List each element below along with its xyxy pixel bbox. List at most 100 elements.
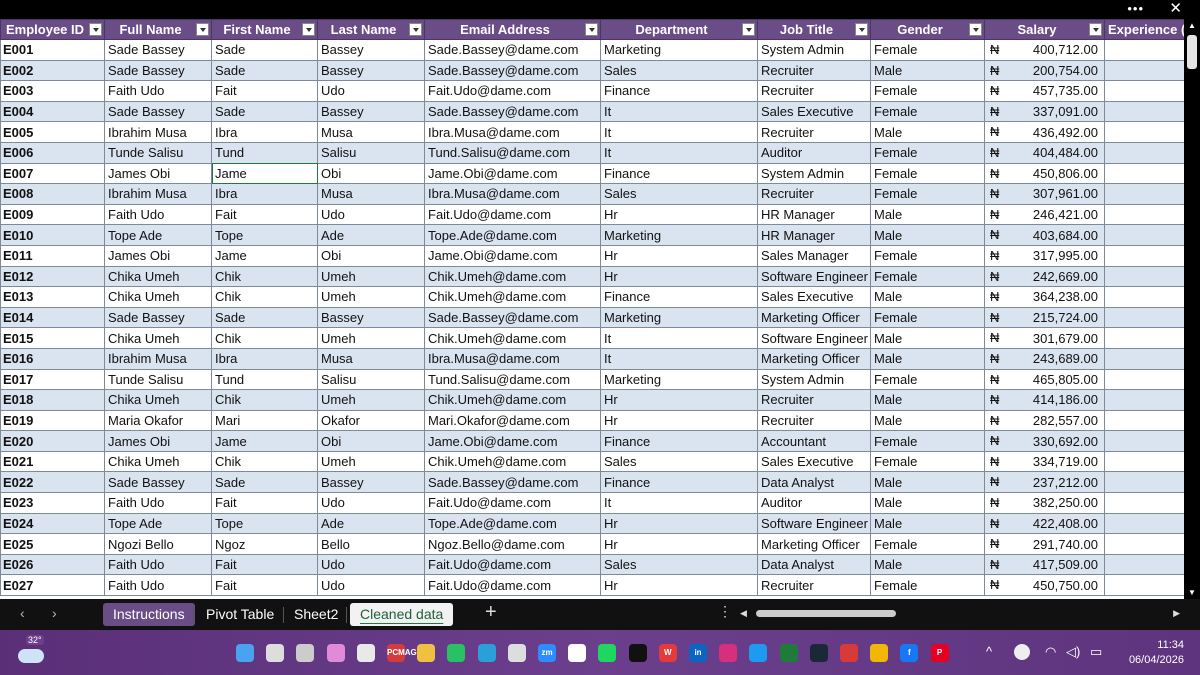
table-cell[interactable]: ₦ 417,509.00 bbox=[984, 553, 1105, 576]
table-cell[interactable]: Bassey bbox=[317, 471, 425, 494]
table-cell[interactable]: Sade bbox=[211, 39, 318, 61]
table-cell[interactable] bbox=[1104, 492, 1184, 514]
table-cell[interactable] bbox=[1104, 39, 1184, 61]
table-cell[interactable]: Male bbox=[870, 471, 985, 494]
table-cell[interactable]: Chika Umeh bbox=[104, 389, 212, 411]
prev-sheet-icon[interactable]: ‹ bbox=[20, 605, 25, 621]
table-cell[interactable]: Male bbox=[870, 121, 985, 143]
table-cell[interactable]: Fait bbox=[211, 553, 318, 576]
table-cell[interactable]: Sade Bassey bbox=[104, 39, 212, 61]
wifi-icon[interactable]: ◠ bbox=[1045, 644, 1056, 660]
horizontal-scrollbar[interactable]: ◀ ▶ bbox=[740, 608, 1180, 620]
table-cell[interactable] bbox=[1104, 327, 1184, 349]
table-cell[interactable]: Hr bbox=[600, 533, 758, 555]
table-cell[interactable]: ₦ 382,250.00 bbox=[984, 492, 1105, 514]
table-cell[interactable]: Sade bbox=[211, 100, 318, 123]
pinterest-icon[interactable]: P bbox=[930, 644, 949, 662]
table-cell[interactable]: E010 bbox=[0, 224, 105, 246]
table-cell[interactable]: Software Engineer bbox=[757, 512, 871, 535]
table-cell[interactable]: Fait bbox=[211, 492, 318, 514]
table-cell[interactable] bbox=[1104, 162, 1184, 185]
pcmag-icon[interactable]: PCMAG bbox=[387, 644, 417, 662]
filter-dropdown-icon[interactable] bbox=[89, 23, 102, 36]
table-cell[interactable]: Female bbox=[870, 183, 985, 205]
table-cell[interactable]: E021 bbox=[0, 450, 105, 473]
table-cell[interactable]: Recruiter bbox=[757, 389, 871, 411]
table-cell[interactable]: E014 bbox=[0, 306, 105, 329]
table-cell[interactable]: Sales Executive bbox=[757, 100, 871, 123]
table-cell[interactable]: Marketing bbox=[600, 368, 758, 391]
table-cell[interactable]: Tund.Salisu@dame.com bbox=[424, 368, 601, 391]
table-cell[interactable]: E011 bbox=[0, 244, 105, 267]
table-cell[interactable]: Umeh bbox=[317, 450, 425, 473]
chrome-icon[interactable] bbox=[870, 644, 889, 662]
table-cell[interactable]: HR Manager bbox=[757, 224, 871, 246]
table-cell[interactable]: ₦ 422,408.00 bbox=[984, 512, 1105, 535]
weather-widget[interactable]: 32° bbox=[16, 635, 46, 667]
table-cell[interactable]: ₦ 457,735.00 bbox=[984, 80, 1105, 102]
table-cell[interactable]: Female bbox=[870, 574, 985, 597]
column-header[interactable]: Job Title bbox=[757, 19, 871, 40]
table-cell[interactable]: Sales bbox=[600, 553, 758, 576]
table-cell[interactable]: Chika Umeh bbox=[104, 286, 212, 308]
tiktok-icon[interactable] bbox=[628, 644, 647, 662]
spreadsheet-grid[interactable]: Employee ID Full Name First Name Last Name E… bbox=[0, 19, 1184, 599]
table-cell[interactable]: It bbox=[600, 121, 758, 143]
horizontal-scroll-thumb[interactable] bbox=[756, 610, 896, 617]
table-cell[interactable]: Sade.Bassey@dame.com bbox=[424, 471, 601, 494]
table-cell[interactable] bbox=[1104, 100, 1184, 123]
table-cell[interactable]: Musa bbox=[317, 347, 425, 370]
table-cell[interactable]: Sales Executive bbox=[757, 286, 871, 308]
table-cell[interactable] bbox=[1104, 368, 1184, 391]
table-cell[interactable]: Ibra.Musa@dame.com bbox=[424, 121, 601, 143]
table-cell[interactable]: Female bbox=[870, 450, 985, 473]
table-cell[interactable]: Ibra bbox=[211, 347, 318, 370]
table-cell[interactable]: Tund bbox=[211, 368, 318, 391]
table-cell[interactable]: Software Engineer bbox=[757, 327, 871, 349]
table-cell[interactable] bbox=[1104, 409, 1184, 432]
table-cell[interactable]: Umeh bbox=[317, 327, 425, 349]
table-cell[interactable]: Recruiter bbox=[757, 121, 871, 143]
table-cell[interactable]: Jame.Obi@dame.com bbox=[424, 162, 601, 185]
table-cell[interactable] bbox=[1104, 121, 1184, 143]
table-cell[interactable]: Udo bbox=[317, 574, 425, 597]
table-cell[interactable]: ₦ 404,484.00 bbox=[984, 141, 1105, 164]
table-cell[interactable]: Jame bbox=[211, 244, 318, 267]
table-cell[interactable]: Male bbox=[870, 492, 985, 514]
tab-cleaned-data[interactable]: Cleaned data bbox=[350, 603, 454, 626]
table-cell[interactable]: Chik bbox=[211, 389, 318, 411]
table-cell[interactable]: E008 bbox=[0, 183, 105, 205]
whatsapp-icon[interactable] bbox=[447, 644, 466, 662]
column-header[interactable]: Department bbox=[600, 19, 758, 40]
table-cell[interactable]: E001 bbox=[0, 39, 105, 61]
tab-options-icon[interactable]: ⋮ bbox=[718, 603, 732, 620]
table-cell[interactable]: E022 bbox=[0, 471, 105, 494]
table-cell[interactable]: E009 bbox=[0, 203, 105, 226]
table-cell[interactable]: E013 bbox=[0, 286, 105, 308]
scroll-left-icon[interactable]: ◀ bbox=[740, 608, 747, 619]
table-cell[interactable] bbox=[1104, 389, 1184, 411]
table-cell[interactable] bbox=[1104, 450, 1184, 473]
table-cell[interactable]: James Obi bbox=[104, 430, 212, 452]
table-cell[interactable]: Tunde Salisu bbox=[104, 368, 212, 391]
table-cell[interactable]: Sade bbox=[211, 306, 318, 329]
table-cell[interactable]: Umeh bbox=[317, 265, 425, 288]
table-cell[interactable]: Female bbox=[870, 265, 985, 288]
table-cell[interactable]: Hr bbox=[600, 244, 758, 267]
table-cell[interactable] bbox=[1104, 59, 1184, 82]
column-header[interactable]: Salary bbox=[984, 19, 1105, 40]
table-cell[interactable]: Ngozi Bello bbox=[104, 533, 212, 555]
filter-dropdown-icon[interactable] bbox=[585, 23, 598, 36]
table-cell[interactable]: Male bbox=[870, 409, 985, 432]
table-cell[interactable]: Female bbox=[870, 141, 985, 164]
table-cell[interactable]: It bbox=[600, 347, 758, 370]
table-cell[interactable]: Ibra bbox=[211, 121, 318, 143]
table-cell[interactable] bbox=[1104, 203, 1184, 226]
table-cell[interactable]: Male bbox=[870, 512, 985, 535]
table-cell[interactable]: Chik.Umeh@dame.com bbox=[424, 389, 601, 411]
column-header[interactable]: Full Name bbox=[104, 19, 212, 40]
table-cell[interactable]: Male bbox=[870, 389, 985, 411]
column-header[interactable]: Last Name bbox=[317, 19, 425, 40]
table-cell[interactable]: Chik bbox=[211, 286, 318, 308]
table-cell[interactable]: ₦ 242,669.00 bbox=[984, 265, 1105, 288]
